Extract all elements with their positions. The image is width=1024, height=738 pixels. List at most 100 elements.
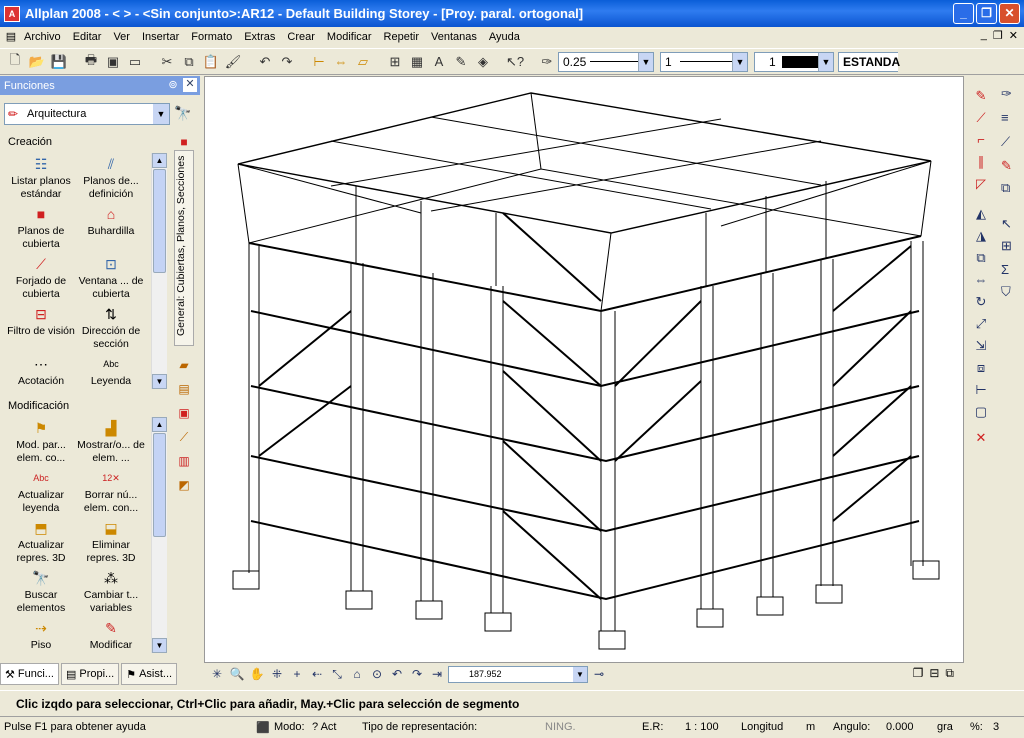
allplan-app-icon[interactable]: A (4, 5, 20, 22)
scroll-up-icon[interactable]: ▲ (152, 153, 167, 168)
line-icon[interactable]: ⟋ (970, 108, 992, 128)
color-select[interactable]: 1 ▼ (754, 51, 834, 72)
mdi-minimize-icon[interactable]: _ (981, 29, 987, 42)
rotate-icon[interactable]: ↻ (970, 292, 992, 312)
zoom-window-icon[interactable]: ⁜ (268, 665, 286, 683)
eyedropper-side-icon[interactable]: ✑ (1001, 86, 1012, 102)
terrain-tab-icon[interactable]: ◩ (175, 476, 193, 494)
title-bar[interactable]: A Allplan 2008 - < > - <Sin conjunto>:AR… (0, 0, 1024, 27)
angle-value[interactable]: 0.000 (886, 721, 914, 733)
sum-icon[interactable]: Σ (1001, 262, 1009, 277)
text-icon[interactable]: A (428, 51, 450, 73)
scroll-thumb[interactable] (153, 169, 166, 273)
wall-tab-icon[interactable]: ▰ (175, 356, 193, 374)
diagonal-line-icon[interactable]: ⟋ (1001, 134, 1010, 150)
tab-assistants[interactable]: ⚑ Asist... (121, 663, 178, 685)
layout-icon[interactable]: ▭ (124, 51, 146, 73)
copy-icon[interactable]: ⧉ (178, 51, 200, 73)
view-pan-icon[interactable]: ⇥ (428, 665, 446, 683)
close-button[interactable]: ✕ (999, 3, 1020, 24)
scroll-down-icon[interactable]: ▼ (152, 374, 167, 389)
menu-crear[interactable]: Crear (287, 31, 315, 43)
module-select[interactable]: ✏ Arquitectura ▼ (4, 103, 170, 125)
tab-functions[interactable]: ⚒ Funci... (0, 663, 59, 685)
menu-ayuda[interactable]: Ayuda (489, 31, 520, 43)
pin-view-icon[interactable]: ⊸ (590, 665, 608, 683)
creation-scrollbar[interactable]: ▲ ▼ (151, 153, 167, 389)
menu-editar[interactable]: Editar (73, 31, 102, 43)
window-copy-icon[interactable]: ⧉ (945, 666, 954, 681)
print-preview-icon[interactable]: ▣ (102, 51, 124, 73)
line-weight-icon[interactable]: ≡ (1001, 110, 1009, 125)
layers-side-icon[interactable]: ⧉ (1001, 180, 1010, 196)
eyedropper-icon[interactable]: ✑ (536, 51, 558, 73)
chevron-down-icon[interactable]: ▼ (732, 52, 747, 71)
chevron-down-icon[interactable]: ▼ (818, 52, 833, 71)
undo-icon[interactable]: ↶ (254, 51, 276, 73)
function-dimension[interactable]: ⋯ Acotación (6, 355, 76, 388)
print-icon[interactable]: 🖶 (80, 51, 102, 73)
binoculars-icon[interactable]: 🔭 (174, 105, 191, 122)
function-planes-definition[interactable]: ⫽ Planos de... definición (76, 155, 146, 201)
menu-modificar[interactable]: Modificar (327, 31, 372, 43)
menu-ver[interactable]: Ver (113, 31, 130, 43)
function-change-variables[interactable]: ⁂ Cambiar t... variables (76, 569, 146, 615)
delete-icon[interactable]: ✕ (970, 428, 992, 448)
pin-icon[interactable]: ⊚ (166, 78, 180, 92)
save-icon[interactable]: 💾 (48, 51, 70, 73)
function-roof-planes[interactable]: ■ Planos de cubierta (6, 205, 76, 251)
function-update-3d[interactable]: ⬒ Actualizar repres. 3D (6, 519, 76, 565)
move-icon[interactable]: ⇔ (970, 270, 992, 290)
distance-icon[interactable]: ⇔ (330, 51, 352, 73)
window-split-icon[interactable]: ⊟ (929, 666, 939, 681)
box-edit-icon[interactable]: ▢ (970, 402, 992, 422)
zoom-previous-icon[interactable]: ⊙ (368, 665, 386, 683)
function-modify-params[interactable]: ⚑ Mod. par... elem. co... (6, 419, 76, 465)
trim-icon[interactable]: ⊢ (970, 380, 992, 400)
scale-icon[interactable]: ⤢ (970, 314, 992, 334)
drawing-canvas[interactable] (204, 76, 964, 663)
undo-view-icon[interactable]: ↶ (388, 665, 406, 683)
new-file-icon[interactable]: 🗋 (4, 51, 26, 73)
function-roof-slab[interactable]: ⟋ Forjado de cubierta (6, 255, 76, 301)
window-arrange-icon[interactable]: ❐ (913, 666, 924, 681)
zoom-out-icon[interactable]: ⇠ (308, 665, 326, 683)
percent-value[interactable]: 3 (993, 721, 999, 733)
line-type-select[interactable]: 1 ▼ (660, 51, 748, 72)
minimize-button[interactable]: _ (953, 3, 974, 24)
menu-ventanas[interactable]: Ventanas (431, 31, 477, 43)
menu-formato[interactable]: Formato (191, 31, 232, 43)
scale-value[interactable]: 1 : 100 (685, 721, 719, 733)
function-view-filter[interactable]: ⊟ Filtro de visión (6, 305, 76, 338)
tab-general-roofs[interactable]: General: Cubiertas, Planos, Secciones (174, 150, 194, 346)
length-unit[interactable]: m (806, 721, 815, 733)
function-roof-window[interactable]: ⊡ Ventana ... de cubierta (76, 255, 146, 301)
filter-icon[interactable]: ⛉ (1001, 284, 1011, 300)
zoom-in-icon[interactable]: + (288, 665, 306, 683)
mode-value[interactable]: ? Act (312, 721, 336, 733)
polyline-icon[interactable]: ⌐ (970, 130, 992, 150)
regen-icon[interactable]: ✳ (208, 665, 226, 683)
parallel-lines-icon[interactable]: ∥ (970, 152, 992, 172)
function-floor[interactable]: ⇢ Piso (6, 619, 76, 652)
chevron-down-icon[interactable]: ▼ (638, 52, 653, 71)
pen-icon[interactable]: ✎ (450, 51, 472, 73)
close-panel-icon[interactable]: ✕ (183, 78, 197, 92)
representation-value[interactable]: NING. (545, 721, 576, 733)
paste-icon[interactable]: 📋 (200, 51, 222, 73)
area-icon[interactable]: ⏥ (352, 51, 374, 73)
scroll-thumb[interactable] (153, 433, 166, 537)
measure-icon[interactable]: ⊢ (308, 51, 330, 73)
pen-thickness-select[interactable]: 0.25 ▼ (558, 51, 654, 72)
redo-icon[interactable]: ↷ (276, 51, 298, 73)
menu-extras[interactable]: Extras (244, 31, 275, 43)
stretch-icon[interactable]: ⇲ (970, 336, 992, 356)
function-show-hide[interactable]: ▟ Mostrar/o... de elem. ... (76, 419, 146, 465)
layer-icon[interactable]: ▦ (406, 51, 428, 73)
modification-scrollbar[interactable]: ▲ ▼ (151, 417, 167, 653)
function-find-elements[interactable]: 🔭 Buscar elementos (6, 569, 76, 615)
mdi-restore-icon[interactable]: ❐ (993, 29, 1003, 42)
chevron-down-icon[interactable]: ▼ (573, 666, 587, 682)
document-menu-icon[interactable]: ▤ (4, 30, 18, 44)
pen-line-icon[interactable]: ✎ (970, 86, 992, 106)
